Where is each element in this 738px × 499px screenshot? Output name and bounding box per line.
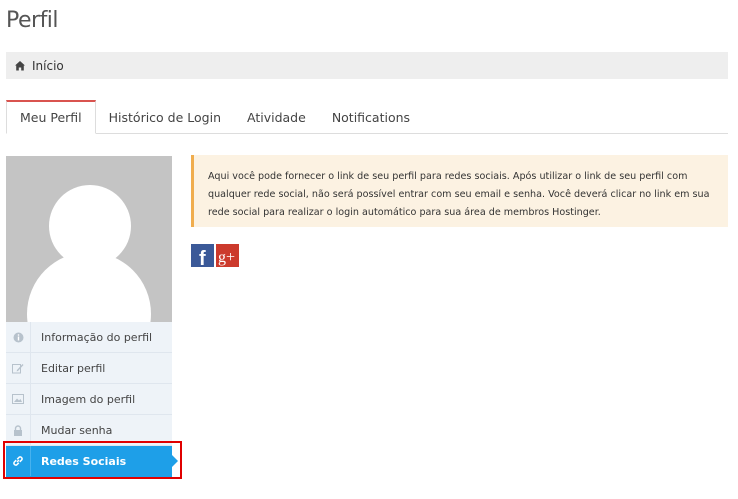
avatar-body-shape: [27, 252, 151, 322]
google-plus-icon: g+: [218, 249, 235, 266]
tab-historico-de-login[interactable]: Histórico de Login: [96, 101, 234, 133]
avatar: [6, 156, 172, 322]
page-title: Perfil: [6, 8, 59, 33]
tab-meu-perfil[interactable]: Meu Perfil: [6, 100, 96, 134]
breadcrumb-home-link[interactable]: Início: [32, 59, 64, 73]
home-icon[interactable]: [14, 60, 26, 72]
facebook-icon: f: [199, 248, 206, 267]
social-buttons: f g+: [191, 244, 239, 267]
image-icon: [6, 384, 31, 414]
sidebar-item-label: Editar perfil: [41, 361, 106, 375]
sidebar-item-label: Mudar senha: [41, 423, 113, 437]
svg-text:g+: g+: [218, 249, 235, 266]
highlight-annotation: [3, 441, 182, 479]
info-icon: [6, 322, 31, 352]
google-plus-button[interactable]: g+: [216, 244, 239, 267]
facebook-button[interactable]: f: [191, 244, 214, 267]
sidebar-item-profile-info[interactable]: Informação do perfil: [6, 322, 172, 353]
info-alert: Aqui você pode fornecer o link de seu pe…: [191, 155, 728, 227]
breadcrumb: Início: [6, 52, 728, 79]
sidebar-item-label: Informação do perfil: [41, 330, 153, 344]
tab-notifications[interactable]: Notifications: [319, 101, 423, 133]
sidebar-item-label: Imagem do perfil: [41, 392, 136, 406]
sidebar-item-edit-profile[interactable]: Editar perfil: [6, 353, 172, 384]
tab-atividade[interactable]: Atividade: [234, 101, 319, 133]
sidebar-item-profile-image[interactable]: Imagem do perfil: [6, 384, 172, 415]
profile-tabs: Meu Perfil Histórico de Login Atividade …: [6, 100, 728, 134]
svg-text:f: f: [199, 248, 206, 267]
edit-icon: [6, 353, 31, 383]
